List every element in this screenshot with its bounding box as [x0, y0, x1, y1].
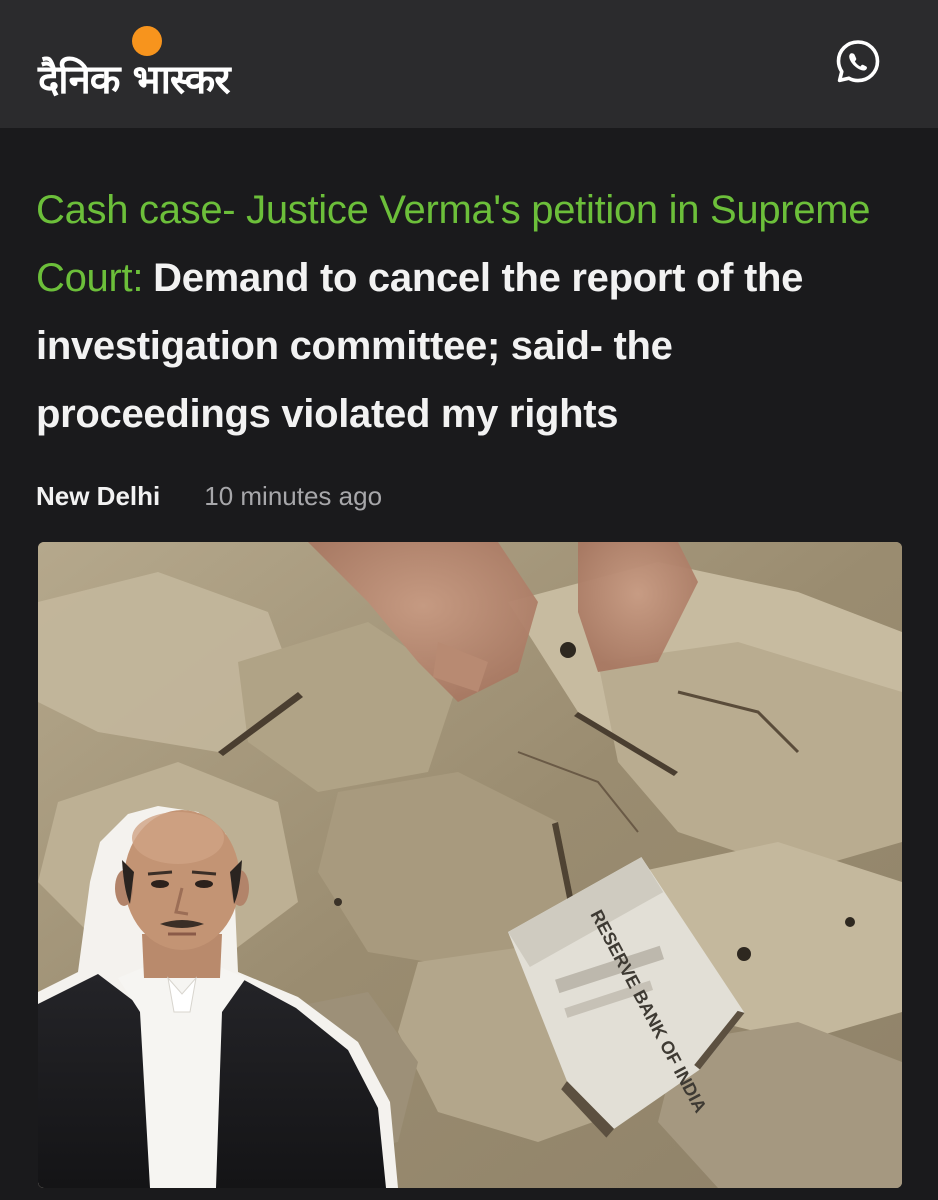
article-meta: New Delhi 10 minutes ago	[36, 476, 382, 516]
article-headline[interactable]: Cash case- Justice Verma's petition in S…	[36, 176, 906, 448]
article-photo[interactable]: RESERVE BANK OF INDIA	[38, 542, 902, 1188]
headline-text: Demand to cancel the report of the inves…	[36, 256, 804, 436]
whatsapp-icon[interactable]	[832, 36, 884, 88]
dainik-bhaskar-logo[interactable]: दैनिक भास्कर	[38, 22, 278, 112]
logo-sun-icon	[132, 26, 162, 56]
publish-time: 10 minutes ago	[204, 481, 383, 511]
top-bar: दैनिक भास्कर	[0, 0, 938, 128]
dateline-location: New Delhi	[36, 481, 161, 511]
logo-text: दैनिक भास्कर	[38, 57, 231, 103]
